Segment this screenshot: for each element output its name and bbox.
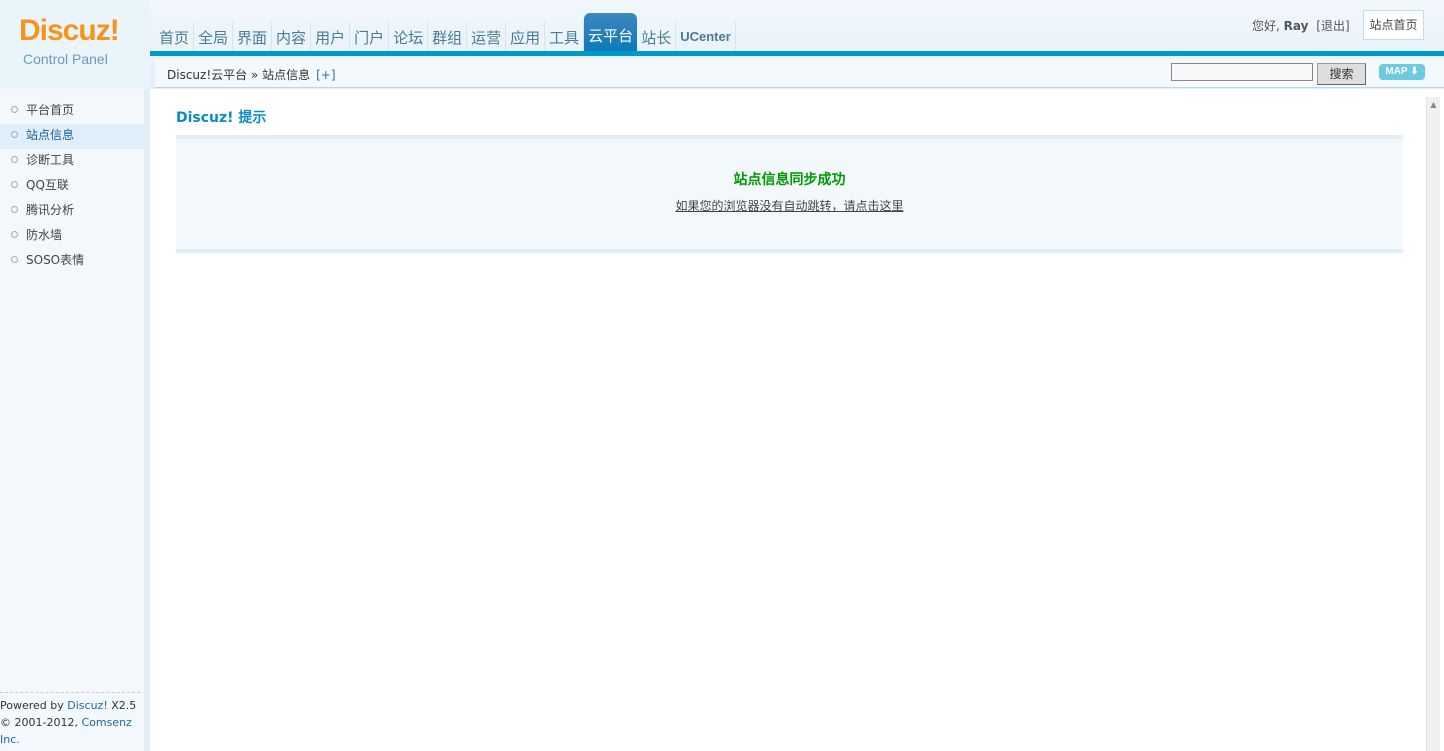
logo[interactable]: Discuz! Control Panel <box>0 0 150 89</box>
powered-by: Powered by <box>0 699 68 712</box>
nav-tab[interactable]: 全局 <box>194 22 234 52</box>
nav-tab[interactable]: 门户 <box>350 22 390 52</box>
site-home-button[interactable]: 站点首页 <box>1363 10 1424 40</box>
nav-tab[interactable]: UCenter <box>676 22 736 52</box>
sidebar: 平台首页 站点信息 诊断工具 QQ互联 腾讯分析 防水墙 SOSO表情 Powered by… <box>0 89 150 751</box>
nav-tab[interactable]: 站长 <box>637 22 677 52</box>
success-message: 站点信息同步成功 <box>733 172 846 188</box>
sidebar-item[interactable]: 腾讯分析 <box>0 199 144 224</box>
search-input[interactable] <box>1171 63 1313 81</box>
add-shortcut-button[interactable]: [+] <box>316 68 335 82</box>
sidebar-item[interactable]: 站点信息 <box>0 124 144 149</box>
sidebar-item[interactable]: 诊断工具 <box>0 149 144 174</box>
nav-tab[interactable]: 用户 <box>311 22 351 52</box>
nav-tab[interactable]: 首页 <box>155 22 195 52</box>
footer: Powered by Discuz! X2.5 © 2001-2012, Com… <box>0 692 140 748</box>
logout-link[interactable]: [退出] <box>1316 19 1349 33</box>
nav-tab[interactable]: 界面 <box>233 22 273 52</box>
page-title: Discuz! 提示 <box>176 110 267 126</box>
breadcrumb: Discuz!云平台 » 站点信息 [+] <box>167 66 336 83</box>
sidebar-item[interactable]: 平台首页 <box>0 99 144 124</box>
sidebar-item[interactable]: QQ互联 <box>0 174 144 199</box>
nav-tab[interactable]: 运营 <box>467 22 507 52</box>
main-content: Discuz! 提示 站点信息同步成功 如果您的浏览器没有自动跳转，请点击这里 <box>156 89 1426 751</box>
breadcrumb-path: Discuz!云平台 » 站点信息 <box>167 68 311 82</box>
nav-tab[interactable]: 群组 <box>428 22 468 52</box>
copyright: © 2001-2012, <box>0 716 82 729</box>
sidebar-item[interactable]: 防水墙 <box>0 224 144 249</box>
top-nav: 首页 全局 界面 内容 用户 门户 论坛 群组 运营 应用 工具 云平台 站长 UCenter <box>155 13 736 52</box>
map-button[interactable]: MAP ⬇ <box>1379 64 1425 80</box>
version: X2.5 <box>107 699 137 712</box>
discuz-link[interactable]: Discuz! <box>67 699 107 712</box>
nav-underline <box>150 51 1444 56</box>
logo-brand: Discuz! <box>19 14 120 47</box>
nav-tab[interactable]: 论坛 <box>389 22 429 52</box>
search-button[interactable]: 搜索 <box>1317 63 1366 85</box>
nav-tab[interactable]: 云平台 <box>584 13 638 52</box>
sidebar-item[interactable]: SOSO表情 <box>0 249 144 274</box>
sidebar-menu: 平台首页 站点信息 诊断工具 QQ互联 腾讯分析 防水墙 SOSO表情 <box>0 99 144 274</box>
username: Ray <box>1283 19 1309 33</box>
logo-subtitle: Control Panel <box>23 51 108 67</box>
scrollbar[interactable]: ▲ <box>1426 97 1440 751</box>
scroll-up-icon[interactable]: ▲ <box>1427 100 1440 109</box>
nav-tab[interactable]: 应用 <box>506 22 546 52</box>
redirect-link[interactable]: 如果您的浏览器没有自动跳转，请点击这里 <box>675 197 903 214</box>
nav-tab[interactable]: 内容 <box>272 22 312 52</box>
message-box: 站点信息同步成功 如果您的浏览器没有自动跳转，请点击这里 <box>176 135 1403 253</box>
user-info: 您好, Ray [退出] <box>1252 17 1350 34</box>
greeting: 您好, <box>1252 19 1280 33</box>
nav-tab[interactable]: 工具 <box>545 22 585 52</box>
